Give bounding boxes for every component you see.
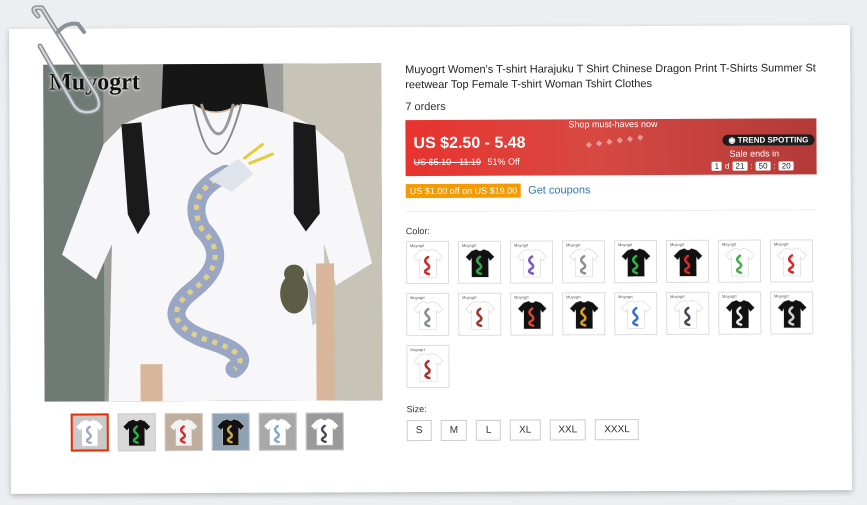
- timer-separator: :: [750, 161, 753, 171]
- sale-ends-label: Sale ends in: [729, 148, 780, 159]
- thumbnail-strip: [70, 412, 344, 452]
- trend-spotting-badge: ◉ TREND SPOTTING: [722, 134, 815, 146]
- trend-spotting-label: TREND SPOTTING: [737, 135, 809, 145]
- coupon-row: US $1.00 off on US $19.00 Get coupons: [405, 183, 591, 199]
- order-count: 7 orders: [405, 100, 446, 114]
- sale-price: US $2.50 - 5.48: [413, 134, 526, 153]
- color-swatch-4[interactable]: Muyogrt: [561, 240, 606, 284]
- banner-pattern: ◆ ◆ ◆ ◆ ◆ ◆: [585, 132, 645, 150]
- thumbnail-3[interactable]: [164, 412, 203, 452]
- thumbnail-2[interactable]: [117, 413, 156, 452]
- swatch-brand-label: Muyogrt: [513, 242, 529, 248]
- promo-tag: Shop must-haves now: [568, 119, 658, 130]
- color-swatch-7[interactable]: Muyogrt: [717, 239, 762, 283]
- original-price-row: US $5.10 - 11.19 51% Off: [414, 157, 520, 167]
- swatch-brand-label: Muyogrt: [773, 241, 789, 247]
- thumbnail-1[interactable]: [70, 413, 109, 452]
- timer-seconds: 20: [778, 161, 794, 171]
- timer-hours: 21: [732, 161, 748, 171]
- product-card: Muyogrt Muyogrt Women's T-shirt Harajuku…: [8, 25, 853, 494]
- timer-minutes: 50: [755, 161, 771, 171]
- thumbnail-5[interactable]: [258, 412, 297, 451]
- color-swatch-16[interactable]: Muyogrt: [770, 291, 814, 335]
- promo-banner[interactable]: ◆ ◆ ◆ ◆ ◆ ◆ Shop must-haves now US $2.50…: [405, 118, 817, 177]
- color-swatch-17[interactable]: Muyogrt: [406, 344, 450, 389]
- color-swatch-12[interactable]: Muyogrt: [562, 292, 606, 336]
- swatch-brand-label: Muyogrt: [461, 242, 477, 248]
- divider: [405, 209, 817, 213]
- swatch-brand-label: Muyogrt: [722, 293, 737, 299]
- swatch-brand-label: Muyogrt: [514, 294, 529, 300]
- coupon-badge[interactable]: US $1.00 off on US $19.00: [405, 183, 522, 199]
- swatch-brand-label: Muyogrt: [669, 241, 685, 247]
- swatch-brand-label: Muyogrt: [617, 242, 633, 248]
- swatch-brand-label: Muyogrt: [410, 295, 425, 301]
- color-swatch-9[interactable]: Muyogrt: [406, 292, 450, 337]
- color-swatch-list: Muyogrt Muyogrt Muyogrt Muyogrt Muyogrt Muyog…: [405, 239, 817, 389]
- swatch-brand-label: Muyogrt: [566, 294, 581, 300]
- product-info: Muyogrt Women's T-shirt Harajuku T Shirt…: [405, 61, 819, 442]
- swatch-brand-label: Muyogrt: [670, 293, 685, 299]
- get-coupons-link[interactable]: Get coupons: [528, 184, 590, 196]
- swatch-brand-label: Muyogrt: [409, 243, 425, 249]
- color-swatch-11[interactable]: Muyogrt: [510, 292, 554, 336]
- color-swatch-10[interactable]: Muyogrt: [458, 292, 502, 336]
- badge-icon: ◉: [728, 135, 738, 145]
- size-option-list: S M L XL XXL XXXL: [406, 419, 639, 442]
- paperclip-icon: [31, 5, 102, 115]
- countdown-timer: 1 d 21 : 50 : 20: [711, 161, 794, 171]
- color-swatch-8[interactable]: Muyogrt: [769, 239, 814, 283]
- timer-days: 1: [711, 161, 723, 171]
- size-option-xxxl[interactable]: XXXL: [595, 419, 639, 441]
- thumbnail-6[interactable]: [305, 412, 344, 451]
- color-swatch-15[interactable]: Muyogrt: [718, 291, 762, 335]
- thumbnail-4[interactable]: [211, 412, 250, 451]
- size-option-s[interactable]: S: [406, 419, 432, 442]
- discount-percent: 51% Off: [487, 156, 520, 167]
- size-option-l[interactable]: L: [476, 419, 502, 441]
- swatch-brand-label: Muyogrt: [618, 294, 633, 300]
- size-option-xxl[interactable]: XXL: [549, 419, 587, 441]
- color-swatch-14[interactable]: Muyogrt: [666, 291, 710, 335]
- original-price: US $5.10 - 11.19: [413, 156, 481, 168]
- swatch-brand-label: Muyogrt: [721, 241, 737, 247]
- swatch-brand-label: Muyogrt: [410, 347, 425, 353]
- timer-day-unit: d: [725, 161, 730, 171]
- product-title: Muyogrt Women's T-shirt Harajuku T Shirt…: [405, 62, 816, 92]
- color-label: Color:: [405, 226, 430, 237]
- swatch-brand-label: Muyogrt: [462, 294, 477, 300]
- swatch-brand-label: Muyogrt: [565, 242, 581, 248]
- size-label: Size:: [406, 404, 427, 415]
- color-swatch-6[interactable]: Muyogrt: [665, 239, 710, 283]
- color-swatch-5[interactable]: Muyogrt: [613, 240, 658, 284]
- size-option-xl[interactable]: XL: [510, 419, 541, 441]
- color-swatch-3[interactable]: Muyogrt: [509, 240, 554, 284]
- timer-separator: :: [773, 161, 776, 171]
- color-swatch-13[interactable]: Muyogrt: [614, 292, 658, 336]
- swatch-brand-label: Muyogrt: [774, 293, 789, 299]
- size-option-m[interactable]: M: [440, 419, 468, 441]
- color-swatch-1[interactable]: Muyogrt: [405, 240, 450, 285]
- color-swatch-2[interactable]: Muyogrt: [457, 240, 502, 284]
